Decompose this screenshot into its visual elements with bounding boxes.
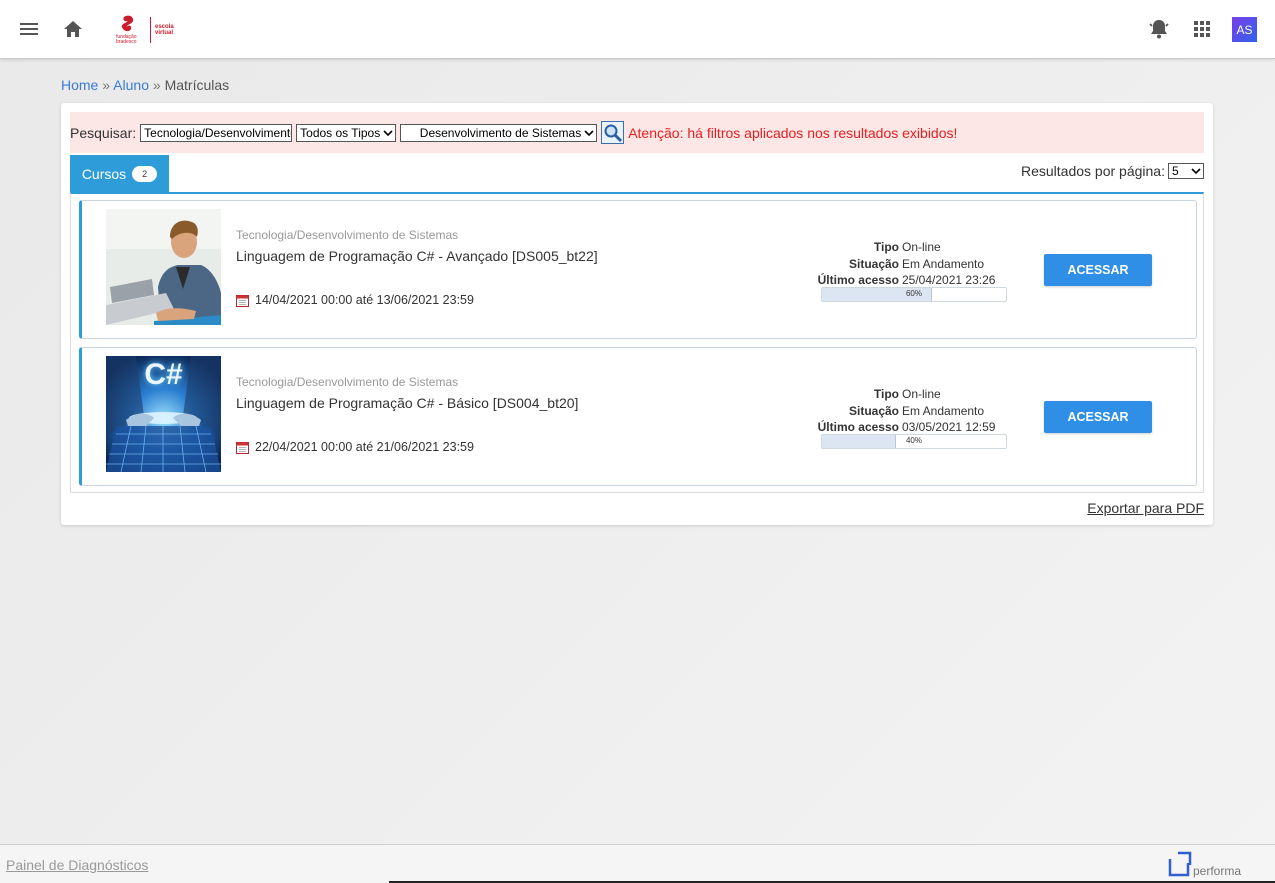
course-card: C# Tecnologia/Desenvolvimento de Sistema… [79, 347, 1197, 486]
performa-icon [1168, 851, 1192, 877]
course-list: Tecnologia/Desenvolvimento de Sistemas L… [70, 192, 1204, 493]
situacao-value: Em Andamento [902, 403, 985, 418]
bell-alert-icon[interactable] [1147, 17, 1171, 41]
acessar-button[interactable]: ACESSAR [1044, 401, 1152, 433]
tab-cursos-label: Cursos [81, 165, 127, 182]
tipo-value: On-line [902, 240, 941, 254]
enrollments-card: Pesquisar: Tecnologia/Desenvolvimento de… [61, 103, 1213, 525]
hamburger-menu-icon[interactable] [18, 18, 40, 40]
breadcrumb-separator: » [102, 77, 111, 93]
progress-bar: 60% [821, 287, 1007, 302]
course-info: Tipo On-line Situação Em Andamento Último … [802, 239, 996, 289]
type-select[interactable]: Todos os Tipos [296, 123, 397, 142]
course-thumbnail[interactable] [106, 209, 221, 325]
tab-cursos[interactable]: Cursos 2 [70, 155, 169, 192]
csharp-text: C# [144, 358, 183, 391]
breadcrumb-separator: » [152, 77, 161, 93]
avatar[interactable]: AS [1232, 17, 1257, 42]
breadcrumb-home-link[interactable]: Home [61, 77, 98, 93]
tab-cursos-count-badge: 2 [132, 165, 158, 182]
search-bar: Pesquisar: Tecnologia/Desenvolvimento de… [70, 112, 1204, 153]
results-per-page: Resultados por página: 5 [1021, 163, 1204, 179]
breadcrumb: Home » Aluno » Matrículas [61, 77, 229, 93]
top-bar: fundação bradesco escola virtual AS [0, 0, 1275, 59]
export-pdf-link[interactable]: Exportar para PDF [1087, 500, 1204, 516]
chevron-down-icon [383, 129, 393, 136]
course-card: Tecnologia/Desenvolvimento de Sistemas L… [79, 200, 1197, 339]
diagnostics-panel-link[interactable]: Painel de Diagnósticos [6, 857, 148, 873]
calendar-icon [236, 441, 249, 454]
footer: Painel de Diagnósticos performa [0, 844, 1275, 883]
progress-percent: 40% [905, 436, 922, 445]
search-input[interactable]: Tecnologia/Desenvolvimento de Sistemas [140, 123, 293, 142]
course-title[interactable]: Linguagem de Programação C# - Avançado [… [236, 248, 598, 264]
magnifier-icon [604, 124, 622, 142]
course-period-text: 14/04/2021 00:00 até 13/06/2021 23:59 [255, 293, 474, 307]
logo-left-text: fundação bradesco [116, 34, 137, 45]
situacao-value: Em Andamento [902, 256, 985, 271]
progress-percent: 60% [905, 289, 922, 298]
tipo-label: Tipo [873, 387, 899, 401]
course-info: Tipo On-line Situação Em Andamento Último … [802, 386, 996, 436]
search-button[interactable] [601, 121, 625, 144]
course-title[interactable]: Linguagem de Programação C# - Básico [DS… [236, 395, 578, 411]
area-select-value: Desenvolvimento de Sistemas [419, 125, 582, 140]
home-icon[interactable] [62, 18, 84, 40]
course-period: 22/04/2021 00:00 até 21/06/2021 23:59 [236, 440, 474, 454]
course-category: Tecnologia/Desenvolvimento de Sistemas [236, 375, 459, 389]
filter-warning: Atenção: há filtros aplicados nos result… [628, 124, 958, 141]
logo-right-text: escola virtual [155, 24, 174, 36]
breadcrumb-current: Matrículas [164, 77, 230, 93]
course-period: 14/04/2021 00:00 até 13/06/2021 23:59 [236, 293, 474, 307]
results-per-page-value: 5 [1172, 164, 1179, 178]
chevron-down-icon [1191, 168, 1201, 175]
logo[interactable]: fundação bradesco escola virtual [116, 14, 186, 46]
situacao-label: Situação [848, 403, 899, 418]
progress-bar: 40% [821, 434, 1007, 449]
breadcrumb-aluno-link[interactable]: Aluno [113, 77, 149, 93]
results-per-page-label: Resultados por página: [1021, 163, 1165, 179]
performa-logo: performa [1168, 851, 1241, 877]
course-period-text: 22/04/2021 00:00 até 21/06/2021 23:59 [255, 440, 474, 454]
acessar-button[interactable]: ACESSAR [1044, 254, 1152, 286]
area-select[interactable]: Desenvolvimento de Sistemas [400, 123, 598, 142]
apps-grid-icon[interactable] [1191, 18, 1213, 40]
calendar-icon [236, 294, 249, 307]
logo-divider [150, 17, 151, 43]
chevron-down-icon [584, 129, 594, 136]
situacao-label: Situação [848, 256, 899, 271]
course-thumbnail[interactable]: C# [106, 356, 221, 472]
tipo-value: On-line [902, 387, 941, 401]
logo-mark: fundação bradesco [116, 15, 146, 45]
search-label: Pesquisar: [70, 124, 137, 141]
tipo-label: Tipo [873, 240, 899, 254]
performa-text: performa [1193, 864, 1242, 878]
results-per-page-select[interactable]: 5 [1168, 163, 1204, 179]
type-select-value: Todos os Tipos [300, 125, 381, 140]
course-category: Tecnologia/Desenvolvimento de Sistemas [236, 228, 459, 242]
